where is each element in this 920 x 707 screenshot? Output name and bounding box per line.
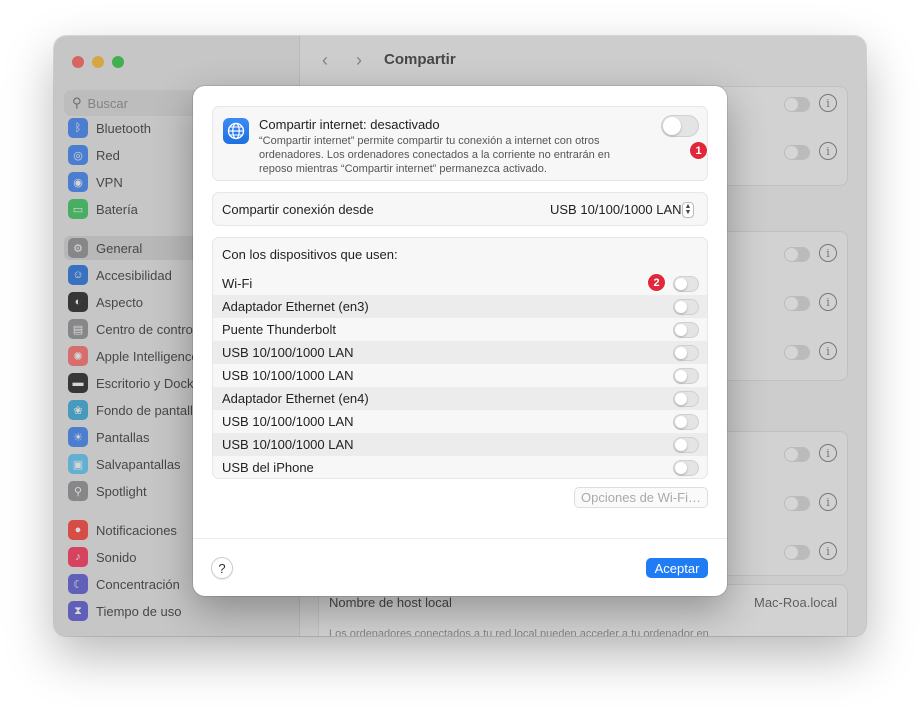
wifi-options-button[interactable]: Opciones de Wi-Fi… (574, 487, 708, 508)
chevron-updown-icon[interactable]: ▲ ▼ (682, 202, 694, 218)
device-toggle[interactable] (673, 299, 699, 315)
device-toggle[interactable] (673, 276, 699, 292)
device-row: Adaptador Ethernet (en3) (213, 295, 707, 318)
share-from-group: Compartir conexión desde USB 10/100/1000… (212, 192, 708, 226)
device-label: Adaptador Ethernet (en4) (222, 391, 369, 406)
share-from-label: Compartir conexión desde (222, 202, 374, 217)
devices-header: Con los dispositivos que usen: (222, 247, 398, 262)
device-toggle[interactable] (673, 437, 699, 453)
device-label: USB 10/100/1000 LAN (222, 414, 354, 429)
device-row: Puente Thunderbolt (213, 318, 707, 341)
internet-sharing-description: “Compartir internet” permite compartir t… (259, 135, 611, 175)
share-from-select-value[interactable]: USB 10/100/1000 LAN (550, 202, 682, 217)
device-row: USB del iPhone (213, 456, 707, 479)
device-label: USB 10/100/1000 LAN (222, 345, 354, 360)
device-toggle[interactable] (673, 391, 699, 407)
devices-list: Wi-Fi Adaptador Ethernet (en3) Puente Thun… (213, 272, 707, 479)
footer-divider (193, 538, 727, 539)
device-label: USB 10/100/1000 LAN (222, 437, 354, 452)
device-toggle[interactable] (673, 414, 699, 430)
internet-sharing-title: Compartir internet: desactivado (259, 117, 440, 132)
device-toggle[interactable] (673, 368, 699, 384)
device-toggle[interactable] (673, 322, 699, 338)
device-row: USB 10/100/1000 LAN (213, 364, 707, 387)
internet-sharing-globe-icon (223, 118, 249, 144)
device-toggle[interactable] (673, 460, 699, 476)
device-row: USB 10/100/1000 LAN (213, 410, 707, 433)
internet-sharing-sheet: Compartir internet: desactivado “Compart… (193, 86, 727, 596)
devices-group: Con los dispositivos que usen: Wi-Fi Adap… (212, 237, 708, 479)
device-label: Wi-Fi (222, 276, 253, 291)
device-label: USB 10/100/1000 LAN (222, 368, 354, 383)
internet-sharing-group: Compartir internet: desactivado “Compart… (212, 106, 708, 181)
device-row: USB 10/100/1000 LAN (213, 341, 707, 364)
device-row: USB 10/100/1000 LAN (213, 433, 707, 456)
internet-sharing-toggle[interactable] (661, 115, 699, 137)
ok-button[interactable]: Aceptar (646, 558, 708, 578)
device-row: Adaptador Ethernet (en4) (213, 387, 707, 410)
device-row: Wi-Fi (213, 272, 707, 295)
annotation-badge-2: 2 (647, 273, 666, 292)
device-label: Adaptador Ethernet (en3) (222, 299, 369, 314)
annotation-badge-1: 1 (689, 141, 708, 160)
device-toggle[interactable] (673, 345, 699, 361)
help-button[interactable]: ? (211, 557, 233, 579)
device-label: Puente Thunderbolt (222, 322, 336, 337)
device-label: USB del iPhone (222, 460, 314, 475)
